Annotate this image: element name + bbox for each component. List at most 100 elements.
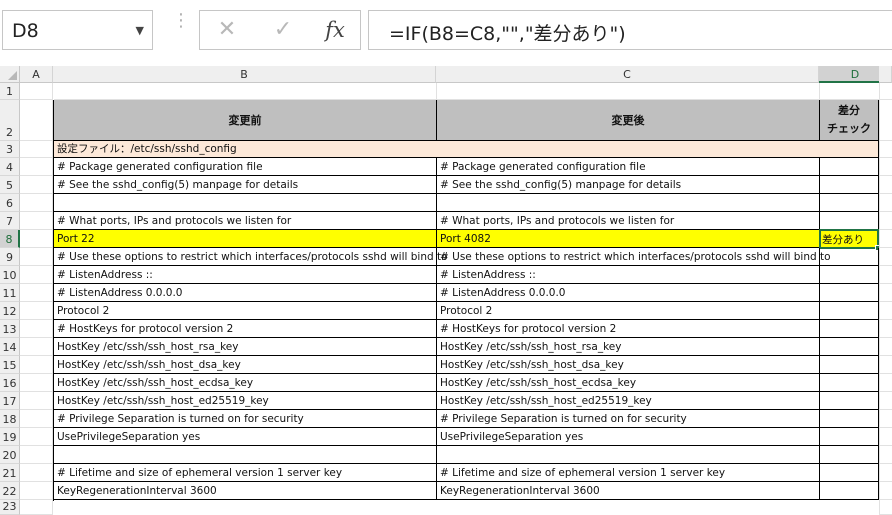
row-header-10[interactable]: 10 bbox=[0, 266, 20, 284]
before-cell[interactable]: HostKey /etc/ssh/ssh_host_ed25519_key bbox=[54, 392, 437, 410]
check-cell[interactable] bbox=[820, 302, 879, 320]
check-cell[interactable] bbox=[820, 194, 879, 212]
row-header-6[interactable]: 6 bbox=[0, 194, 20, 212]
after-cell[interactable]: # Lifetime and size of ephemeral version… bbox=[437, 464, 820, 482]
after-cell[interactable] bbox=[437, 194, 820, 212]
before-cell[interactable]: # ListenAddress 0.0.0.0 bbox=[54, 284, 437, 302]
header-before[interactable]: 変更前 bbox=[54, 100, 437, 141]
gridline bbox=[20, 463, 53, 464]
row-header-7[interactable]: 7 bbox=[0, 212, 20, 230]
before-cell[interactable]: Port 22 bbox=[54, 230, 437, 248]
row-header-8[interactable]: 8 bbox=[0, 230, 20, 248]
check-cell[interactable] bbox=[820, 266, 879, 284]
after-cell[interactable]: # Package generated configuration file bbox=[437, 158, 820, 176]
drag-handle-icon[interactable]: ⋮ bbox=[172, 12, 190, 30]
row-header-21[interactable]: 21 bbox=[0, 464, 20, 482]
row-header-19[interactable]: 19 bbox=[0, 428, 20, 446]
check-cell[interactable] bbox=[820, 158, 879, 176]
after-cell[interactable]: # Privilege Separation is turned on for … bbox=[437, 410, 820, 428]
row-header-14[interactable]: 14 bbox=[0, 338, 20, 356]
check-cell[interactable] bbox=[820, 482, 879, 500]
check-cell[interactable] bbox=[820, 176, 879, 194]
after-cell[interactable]: # HostKeys for protocol version 2 bbox=[437, 320, 820, 338]
check-cell-active[interactable]: 差分あり bbox=[819, 229, 879, 249]
check-cell[interactable] bbox=[820, 410, 879, 428]
chevron-down-icon[interactable]: ▼ bbox=[136, 24, 144, 37]
after-cell[interactable]: # See the sshd_config(5) manpage for det… bbox=[437, 176, 820, 194]
row-header-12[interactable]: 12 bbox=[0, 302, 20, 320]
row-header-5[interactable]: 5 bbox=[0, 176, 20, 194]
before-cell[interactable]: # HostKeys for protocol version 2 bbox=[54, 320, 437, 338]
before-cell[interactable]: HostKey /etc/ssh/ssh_host_dsa_key bbox=[54, 356, 437, 374]
check-cell[interactable] bbox=[820, 338, 879, 356]
before-cell[interactable] bbox=[54, 446, 437, 464]
row-header-23[interactable]: 23 bbox=[0, 500, 20, 515]
row-header-1[interactable]: 1 bbox=[0, 83, 20, 100]
column-header-c[interactable]: C bbox=[436, 66, 819, 83]
after-cell[interactable]: KeyRegenerationInterval 3600 bbox=[437, 482, 820, 500]
after-cell[interactable]: # What ports, IPs and protocols we liste… bbox=[437, 212, 820, 230]
before-cell[interactable]: # Use these options to restrict which in… bbox=[54, 248, 448, 266]
close-icon[interactable]: ✕ bbox=[212, 17, 242, 43]
row-header-11[interactable]: 11 bbox=[0, 284, 20, 302]
after-cell[interactable] bbox=[437, 446, 820, 464]
after-cell[interactable]: UsePrivilegeSeparation yes bbox=[437, 428, 820, 446]
gridline bbox=[880, 481, 892, 482]
after-cell[interactable]: # ListenAddress :: bbox=[437, 266, 820, 284]
before-cell[interactable]: UsePrivilegeSeparation yes bbox=[54, 428, 437, 446]
row-header-17[interactable]: 17 bbox=[0, 392, 20, 410]
row-header-20[interactable]: 20 bbox=[0, 446, 20, 464]
after-cell[interactable]: HostKey /etc/ssh/ssh_host_ed25519_key bbox=[437, 392, 820, 410]
before-cell[interactable]: # What ports, IPs and protocols we liste… bbox=[54, 212, 437, 230]
check-cell[interactable] bbox=[820, 464, 879, 482]
row-header-2[interactable]: 2 bbox=[0, 100, 20, 141]
row-header-label: 23 bbox=[2, 500, 17, 513]
check-cell[interactable] bbox=[820, 320, 879, 338]
before-cell[interactable]: # See the sshd_config(5) manpage for det… bbox=[54, 176, 437, 194]
formula-bar: D8 ▼ ⋮ ✕ ✓ fx =IF(B8=C8,"","差分あり") bbox=[0, 0, 892, 62]
name-box[interactable]: D8 ▼ bbox=[2, 10, 153, 50]
before-cell[interactable]: # Privilege Separation is turned on for … bbox=[54, 410, 437, 428]
check-cell[interactable] bbox=[820, 248, 879, 266]
gridline bbox=[20, 211, 53, 212]
column-header-a[interactable]: A bbox=[20, 66, 53, 83]
after-cell[interactable]: HostKey /etc/ssh/ssh_host_dsa_key bbox=[437, 356, 820, 374]
check-cell[interactable] bbox=[820, 446, 879, 464]
after-cell[interactable]: Port 4082 bbox=[437, 230, 820, 248]
row-header-15[interactable]: 15 bbox=[0, 356, 20, 374]
check-cell[interactable] bbox=[820, 212, 879, 230]
select-all-button[interactable] bbox=[0, 66, 20, 83]
insert-function-button[interactable]: fx bbox=[320, 17, 350, 43]
header-check[interactable]: 差分 チェック bbox=[820, 100, 879, 141]
row-header-22[interactable]: 22 bbox=[0, 482, 20, 500]
before-cell[interactable]: KeyRegenerationInterval 3600 bbox=[54, 482, 437, 500]
check-cell[interactable] bbox=[820, 374, 879, 392]
row-header-3[interactable]: 3 bbox=[0, 141, 20, 158]
before-cell[interactable] bbox=[54, 194, 437, 212]
row-header-16[interactable]: 16 bbox=[0, 374, 20, 392]
before-cell[interactable]: # Package generated configuration file bbox=[54, 158, 437, 176]
before-cell[interactable]: # ListenAddress :: bbox=[54, 266, 437, 284]
checkmark-icon[interactable]: ✓ bbox=[268, 17, 298, 43]
after-cell[interactable]: # ListenAddress 0.0.0.0 bbox=[437, 284, 820, 302]
before-cell[interactable]: HostKey /etc/ssh/ssh_host_rsa_key bbox=[54, 338, 437, 356]
after-cell[interactable]: Protocol 2 bbox=[437, 302, 820, 320]
row-header-9[interactable]: 9 bbox=[0, 248, 20, 266]
after-cell[interactable]: HostKey /etc/ssh/ssh_host_ecdsa_key bbox=[437, 374, 820, 392]
column-header-b[interactable]: B bbox=[53, 66, 436, 83]
check-cell[interactable] bbox=[820, 356, 879, 374]
before-cell[interactable]: HostKey /etc/ssh/ssh_host_ecdsa_key bbox=[54, 374, 437, 392]
check-cell[interactable] bbox=[820, 392, 879, 410]
file-label-row[interactable]: 設定ファイル：/etc/ssh/sshd_config bbox=[54, 141, 879, 158]
after-cell[interactable]: HostKey /etc/ssh/ssh_host_rsa_key bbox=[437, 338, 820, 356]
before-cell[interactable]: # Lifetime and size of ephemeral version… bbox=[54, 464, 437, 482]
formula-input[interactable]: =IF(B8=C8,"","差分あり") bbox=[368, 10, 892, 50]
check-cell[interactable] bbox=[820, 428, 879, 446]
before-cell[interactable]: Protocol 2 bbox=[54, 302, 437, 320]
header-after[interactable]: 変更後 bbox=[437, 100, 820, 141]
after-cell[interactable]: # Use these options to restrict which in… bbox=[437, 248, 831, 266]
row-header-18[interactable]: 18 bbox=[0, 410, 20, 428]
row-header-13[interactable]: 13 bbox=[0, 320, 20, 338]
row-header-4[interactable]: 4 bbox=[0, 158, 20, 176]
check-cell[interactable] bbox=[820, 284, 879, 302]
